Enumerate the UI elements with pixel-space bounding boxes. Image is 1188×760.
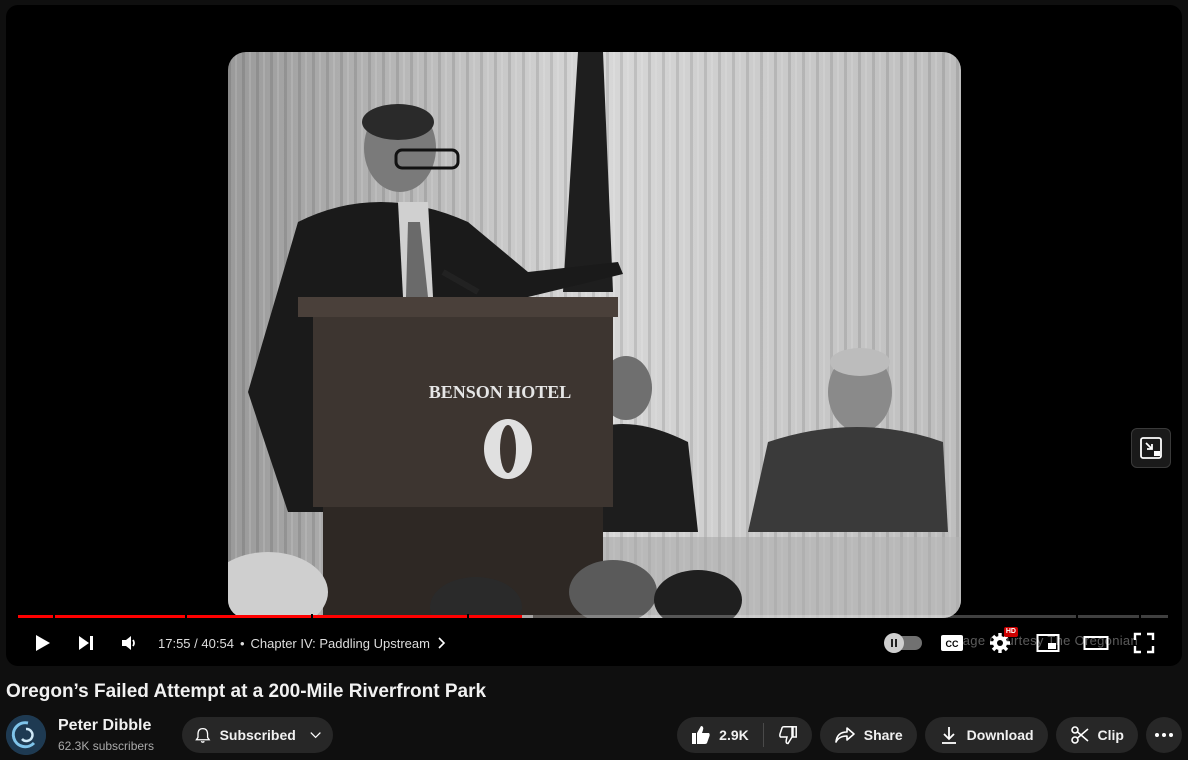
mute-button[interactable]	[108, 623, 152, 663]
chapter-marker	[311, 614, 314, 619]
chevron-down-icon	[310, 732, 321, 739]
play-icon	[36, 635, 50, 651]
current-time: 17:55	[158, 635, 191, 651]
time-separator: /	[190, 635, 202, 651]
right-controls: CC HD	[882, 623, 1166, 663]
share-label: Share	[863, 727, 903, 743]
thumbs-up-icon	[692, 726, 710, 744]
subscriber-count: 62.3K subscribers	[58, 739, 155, 753]
autoplay-toggle[interactable]	[882, 623, 926, 663]
settings-button[interactable]: HD	[978, 623, 1022, 663]
autoplay-knob	[884, 633, 904, 653]
action-buttons: 2.9K Share Download Clip	[677, 717, 1182, 753]
next-button[interactable]	[64, 623, 108, 663]
time-display: 17:55 / 40:54	[158, 636, 234, 651]
share-button[interactable]: Share	[819, 717, 917, 753]
video-title: Oregon’s Failed Attempt at a 200-Mile Ri…	[6, 681, 487, 702]
chevron-right-icon	[438, 637, 446, 649]
bullet-separator: •	[239, 635, 245, 651]
download-button[interactable]: Download	[924, 717, 1048, 753]
svg-text:CC: CC	[946, 639, 959, 649]
owner-row: Peter Dibble 62.3K subscribers Subscribe…	[0, 714, 1188, 756]
player-controls: 17:55 / 40:54 • Chapter IV: Paddling Ups…	[6, 623, 1182, 663]
chapter-title: Chapter IV: Paddling Upstream	[250, 635, 430, 651]
thumbs-down-icon	[778, 725, 797, 745]
progress-bar[interactable]	[18, 613, 1168, 619]
subscribed-label: Subscribed	[219, 727, 296, 743]
exit-ambient-button[interactable]	[1131, 428, 1171, 468]
bell-icon	[195, 727, 211, 743]
theater-mode-icon	[1083, 636, 1109, 650]
play-button[interactable]	[20, 623, 64, 663]
theater-button[interactable]	[1074, 623, 1118, 663]
duration: 40:54	[201, 635, 234, 651]
volume-icon	[122, 636, 135, 650]
chapter-marker	[1139, 614, 1142, 619]
like-button[interactable]: 2.9K	[677, 717, 763, 753]
podium-sign-text: BENSON HOTEL	[429, 382, 572, 402]
minimize-icon	[1140, 437, 1162, 459]
chapter-marker	[52, 614, 55, 619]
clip-button[interactable]: Clip	[1055, 717, 1138, 753]
chapter-button[interactable]: • Chapter IV: Paddling Upstream	[240, 636, 446, 651]
channel-logo-icon	[6, 715, 46, 755]
video-player[interactable]: BENSON HOTEL 17:55 / 40:54 • Chapter IV:…	[6, 5, 1182, 666]
skip-next-icon	[79, 636, 93, 650]
miniplayer-icon	[1036, 634, 1060, 652]
chapter-marker	[466, 614, 469, 619]
clip-label: Clip	[1097, 727, 1124, 743]
hd-badge: HD	[1003, 627, 1018, 637]
channel-avatar[interactable]	[6, 715, 46, 755]
miniplayer-button[interactable]	[1026, 623, 1070, 663]
share-icon	[834, 727, 855, 743]
dislike-button[interactable]	[764, 717, 812, 753]
video-frame[interactable]: BENSON HOTEL	[228, 52, 961, 618]
video-still: BENSON HOTEL	[228, 52, 961, 618]
subscribed-button[interactable]: Subscribed	[182, 717, 333, 753]
chapter-marker	[184, 614, 187, 619]
pause-icon	[891, 639, 897, 647]
captions-button[interactable]: CC	[930, 623, 974, 663]
more-actions-button[interactable]	[1146, 717, 1182, 753]
channel-name[interactable]: Peter Dibble	[58, 717, 151, 735]
download-label: Download	[966, 727, 1034, 743]
download-icon	[941, 727, 956, 744]
scissors-icon	[1070, 726, 1089, 744]
progress-played	[18, 615, 522, 618]
chapter-marker	[1076, 614, 1078, 619]
captions-icon: CC	[941, 635, 963, 651]
like-count: 2.9K	[719, 727, 749, 743]
more-horizontal-icon	[1155, 733, 1173, 737]
fullscreen-icon	[1133, 632, 1155, 654]
like-dislike-group: 2.9K	[677, 717, 812, 753]
autoplay-track	[884, 633, 922, 653]
fullscreen-button[interactable]	[1122, 623, 1166, 663]
